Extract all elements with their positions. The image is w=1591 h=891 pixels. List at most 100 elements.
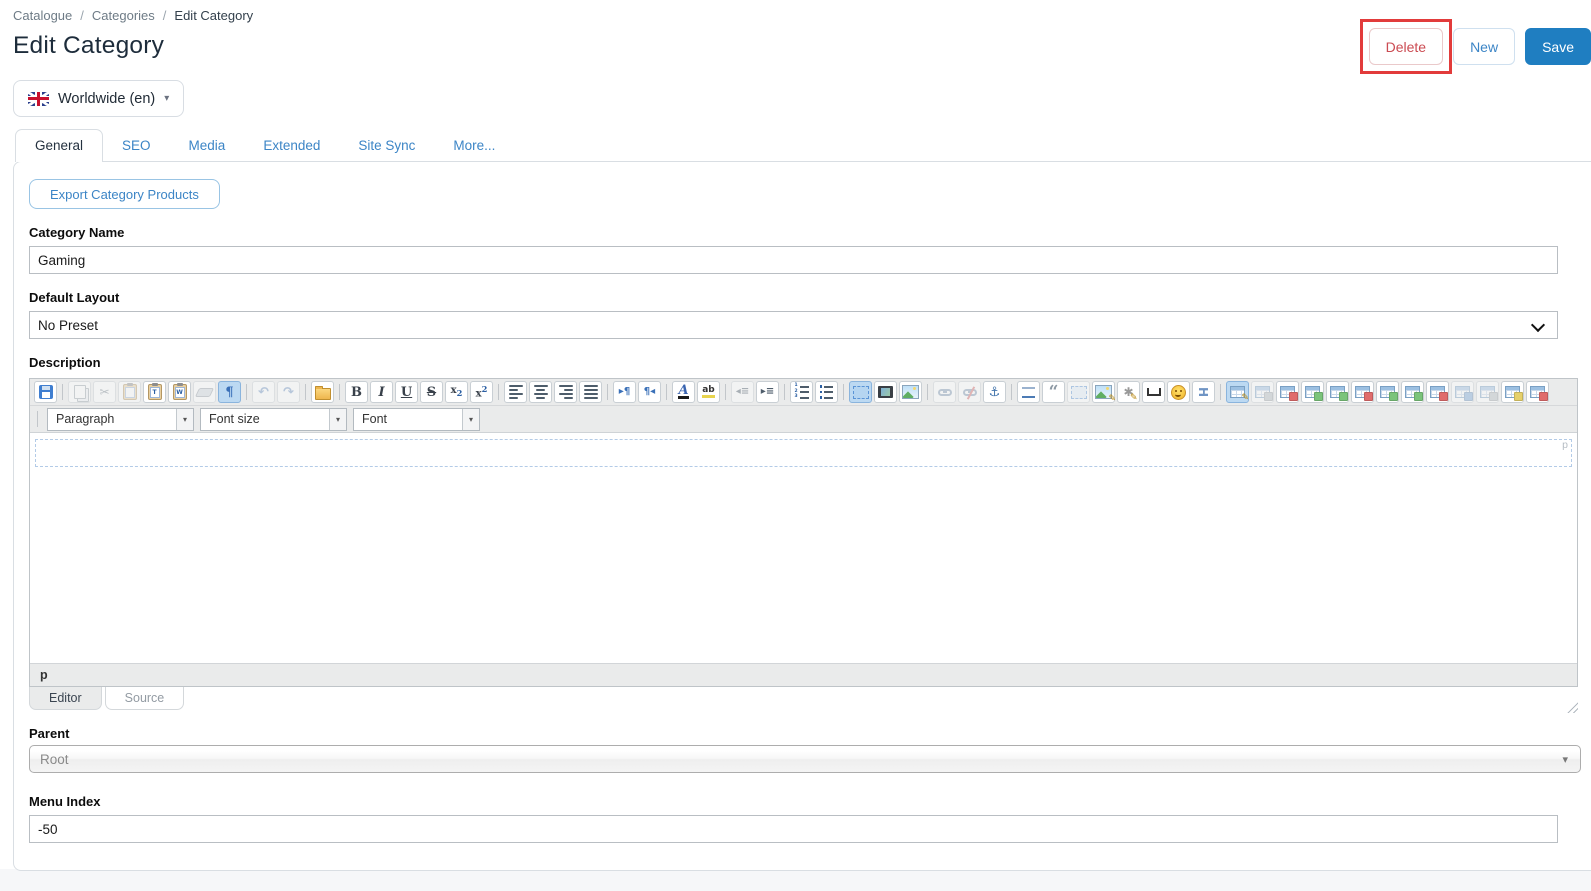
tab-more[interactable]: More... [434,130,514,161]
uk-flag-icon [28,91,49,106]
language-selector[interactable]: Worldwide (en) ▾ [13,80,185,117]
show-blocks-icon[interactable]: ¶ [218,381,241,403]
bulleted-list-icon[interactable] [815,381,838,403]
image-properties-icon[interactable]: ✎ [1092,381,1116,403]
menu-index-input[interactable] [29,815,1558,843]
align-center-icon[interactable] [529,381,552,403]
subscript-icon[interactable]: x2 [445,381,468,403]
tab-media[interactable]: Media [170,130,245,161]
description-label: Description [29,355,101,370]
split-cell-horizontal-icon[interactable] [1501,381,1524,403]
unlink-icon[interactable] [958,381,981,403]
div-container-icon[interactable] [849,381,872,403]
underline-icon[interactable]: U [395,381,418,403]
image-icon[interactable] [899,381,922,403]
font-size-dropdown[interactable]: Font size ▾ [200,407,347,431]
toolbar-separator [607,384,608,400]
toolbar-separator [62,384,63,400]
anchor-icon[interactable]: ⚓ [983,381,1006,403]
category-name-label: Category Name [29,225,125,240]
cell-properties-icon[interactable] [1476,381,1499,403]
paste-plain-text-icon[interactable]: T [143,381,166,403]
page-background-strip [0,869,1591,891]
delete-column-icon[interactable] [1426,381,1449,403]
tab-general[interactable]: General [15,129,104,162]
undo-icon[interactable]: ↶ [252,381,275,403]
page-header: Catalogue / Categories / Edit Category Edit … [0,0,1591,117]
toolbar-separator [666,384,667,400]
chevron-down-icon: ▾ [1562,753,1568,766]
editor-toolbar-row-2: Paragraph ▾ Font size ▾ Font ▾ [30,406,1577,433]
insert-column-left-icon[interactable] [1376,381,1399,403]
new-button[interactable]: New [1453,28,1516,65]
insert-row-above-icon[interactable] [1301,381,1324,403]
delete-table-icon[interactable] [1276,381,1299,403]
chevron-down-icon: ▾ [164,93,170,104]
breadcrumb-item-catalogue[interactable]: Catalogue [13,8,72,23]
chevron-down-icon[interactable]: ▾ [176,408,193,430]
page-properties-icon[interactable]: ✱ ✎ [1117,381,1140,403]
remove-format-icon[interactable] [193,381,216,403]
smiley-icon[interactable] [1167,381,1190,403]
non-breaking-space-icon[interactable] [1142,381,1165,403]
indent-icon[interactable]: ▸≡ [756,381,779,403]
link-icon[interactable] [933,381,956,403]
bold-icon[interactable]: B [345,381,368,403]
parent-select[interactable]: Root ▾ [29,745,1581,773]
default-layout-select[interactable]: No Preset [29,311,1558,339]
delete-row-icon[interactable] [1351,381,1374,403]
split-cell-vertical-icon[interactable] [1526,381,1549,403]
save-button[interactable]: Save [1525,28,1591,65]
copy-icon[interactable] [68,381,91,403]
tab-extended[interactable]: Extended [244,130,339,161]
italic-icon[interactable]: I [370,381,393,403]
cut-icon[interactable]: ✂ [93,381,116,403]
outdent-icon[interactable]: ◂≡ [731,381,754,403]
toolbar-separator [246,384,247,400]
merge-cells-icon[interactable] [1451,381,1474,403]
align-justify-icon[interactable] [579,381,602,403]
delete-button[interactable]: Delete [1368,28,1444,65]
editor-content[interactable]: p [30,433,1577,663]
paste-icon[interactable] [118,381,141,403]
chevron-down-icon[interactable]: ▾ [462,408,479,430]
redo-icon[interactable]: ↷ [277,381,300,403]
breadcrumb-item-edit-category: Edit Category [174,7,254,23]
text-direction-rtl-icon[interactable]: ¶◂ [638,381,661,403]
breadcrumb-separator: / [80,7,84,23]
iframe-icon[interactable]: H [1192,381,1215,403]
align-left-icon[interactable] [504,381,527,403]
blockquote-icon[interactable]: “ [1042,381,1065,403]
insert-column-right-icon[interactable] [1401,381,1424,403]
font-family-dropdown[interactable]: Font ▾ [353,407,480,431]
export-category-products-button[interactable]: Export Category Products [29,179,220,209]
flash-icon[interactable] [874,381,897,403]
toolbar-separator [339,384,340,400]
text-color-icon[interactable]: A [672,381,695,403]
align-right-icon[interactable] [554,381,577,403]
category-name-input[interactable] [29,246,1558,274]
page-title: Edit Category [13,32,165,59]
file-browser-icon[interactable] [311,381,334,403]
strikethrough-icon[interactable]: S [420,381,443,403]
paragraph-format-dropdown[interactable]: Paragraph ▾ [47,407,194,431]
tab-seo[interactable]: SEO [103,130,170,161]
numbered-list-icon[interactable]: 123 [790,381,813,403]
header-actions: Delete New Save [1359,19,1591,74]
breadcrumb-item-categories[interactable]: Categories [92,8,155,23]
editor-mode-tab-editor[interactable]: Editor [29,687,102,710]
table-properties-icon[interactable] [1251,381,1274,403]
save-icon[interactable] [34,381,57,403]
tab-site-sync[interactable]: Site Sync [339,130,434,161]
select-box-icon[interactable] [1067,381,1090,403]
editor-mode-tab-source[interactable]: Source [104,687,185,710]
paste-from-word-icon[interactable]: W [168,381,191,403]
background-color-icon[interactable]: ab [697,381,720,403]
description-rich-text-editor: ✂ T W ¶ ↶ ↷ B I U Sx2 x2 ▸¶ ¶◂ Aab ◂≡ ▸≡ 1 2 3 ⚓ “✎ ✱ ✎ H ✎ Para… [29,378,1578,687]
horizontal-rule-icon[interactable] [1017,381,1040,403]
table-icon[interactable]: ✎ [1226,381,1249,403]
chevron-down-icon[interactable]: ▾ [329,408,346,430]
text-direction-ltr-icon[interactable]: ▸¶ [613,381,636,403]
insert-row-below-icon[interactable] [1326,381,1349,403]
superscript-icon[interactable]: x2 [470,381,493,403]
